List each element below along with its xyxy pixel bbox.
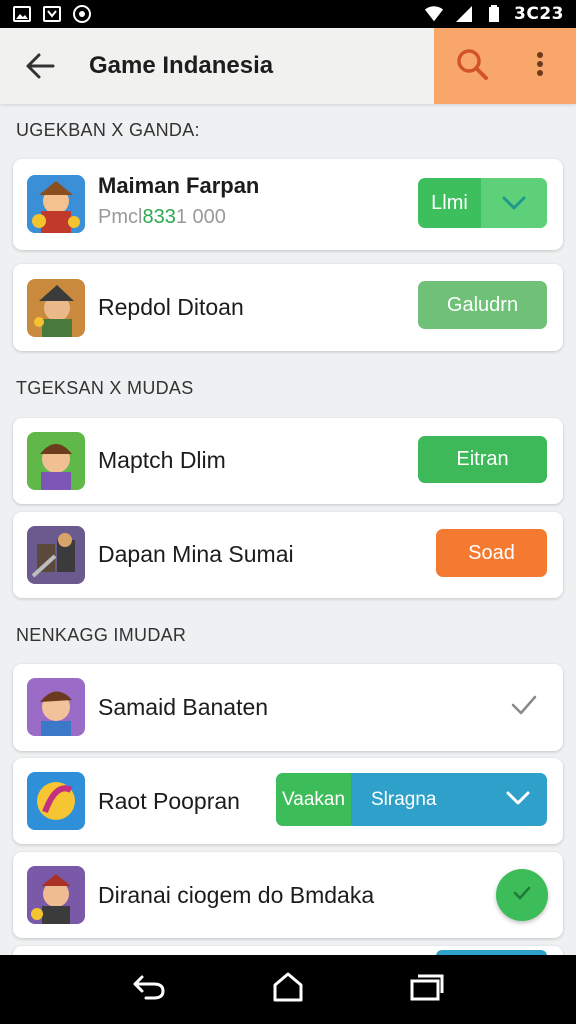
back-nav-button[interactable]	[125, 966, 173, 1014]
status-time: 3C23	[514, 4, 564, 24]
item-title: Samaid Banaten	[98, 694, 269, 720]
recents-nav-button[interactable]	[403, 966, 451, 1014]
section-label: TGEKSAN X MUDAS	[16, 378, 194, 398]
check-icon	[512, 885, 532, 906]
game-thumbnail	[27, 772, 85, 830]
list-item[interactable]: Repdol Ditoan Galudrn	[13, 264, 563, 351]
more-vertical-icon	[536, 51, 544, 82]
item-title: Diranai ciogem do Bmdaka	[98, 882, 375, 908]
page-title: Game Indanesia	[89, 52, 274, 79]
list-item[interactable]: Dapan Mina Sumai Soad	[13, 512, 563, 598]
section-label: NENKAGG IMUDAR	[16, 625, 187, 645]
section-label: UGEKBAN X GANDA:	[16, 120, 200, 140]
split-button[interactable]: Vaakan Slragna	[276, 773, 547, 826]
list-item[interactable]: Maptch Dlim Eitran	[13, 418, 563, 504]
item-subtitle: Pmcl8331 000	[98, 206, 226, 229]
arrow-left-icon	[25, 53, 55, 84]
game-thumbnail	[27, 432, 85, 490]
battery-icon	[484, 5, 504, 23]
back-button[interactable]	[20, 48, 60, 88]
game-thumbnail	[27, 678, 85, 736]
game-thumbnail	[27, 175, 85, 233]
action-button[interactable]: Galudrn	[418, 281, 547, 329]
item-title: Maiman Farpan	[98, 173, 260, 198]
game-thumbnail	[27, 866, 85, 924]
action-area	[434, 28, 576, 104]
navigation-bar	[0, 955, 576, 1024]
list-item[interactable]: Diranai ciogem do Bmdaka	[13, 852, 563, 938]
item-title: Repdol Ditoan	[98, 294, 244, 320]
split-left-button[interactable]: Vaakan	[276, 773, 351, 826]
shield-icon	[72, 5, 92, 23]
subtitle-highlight: 833	[142, 206, 176, 228]
game-thumbnail	[27, 279, 85, 337]
item-title: Maptch Dlim	[98, 447, 226, 473]
status-bar: 3C23	[0, 0, 576, 28]
check-icon[interactable]	[510, 694, 538, 721]
wifi-icon	[424, 5, 444, 23]
app-bar: Game Indanesia	[0, 28, 576, 104]
recents-icon	[410, 973, 444, 1006]
action-button[interactable]: Soad	[436, 529, 547, 577]
search-icon	[455, 47, 489, 86]
game-thumbnail	[27, 526, 85, 584]
more-button[interactable]	[522, 46, 558, 86]
back-icon	[132, 973, 166, 1006]
home-nav-button[interactable]	[264, 966, 312, 1014]
subtitle-prefix: Pmcl	[98, 206, 143, 228]
signal-icon	[454, 5, 474, 23]
item-title: Dapan Mina Sumai	[98, 541, 294, 567]
install-button[interactable]: Llmi	[418, 178, 547, 228]
list-item[interactable]: Maiman Farpan Pmcl8331 000 Llmi	[13, 159, 563, 250]
subtitle-suffix: 1 000	[175, 206, 226, 228]
action-button[interactable]: Eitran	[418, 436, 547, 483]
chevron-down-icon[interactable]	[481, 178, 547, 228]
home-icon	[272, 971, 304, 1008]
button-label: Llmi	[431, 191, 468, 214]
fab-button[interactable]	[496, 869, 548, 921]
chevron-down-icon[interactable]	[505, 789, 531, 813]
list-item[interactable]: Samaid Banaten	[13, 664, 563, 751]
download-icon	[42, 5, 62, 23]
item-title: Raot Poopran	[98, 788, 240, 814]
split-right-label: Slragna	[371, 788, 437, 810]
list-item[interactable]: Raot Poopran Vaakan Slragna	[13, 758, 563, 844]
search-button[interactable]	[452, 46, 492, 86]
image-icon	[12, 5, 32, 23]
